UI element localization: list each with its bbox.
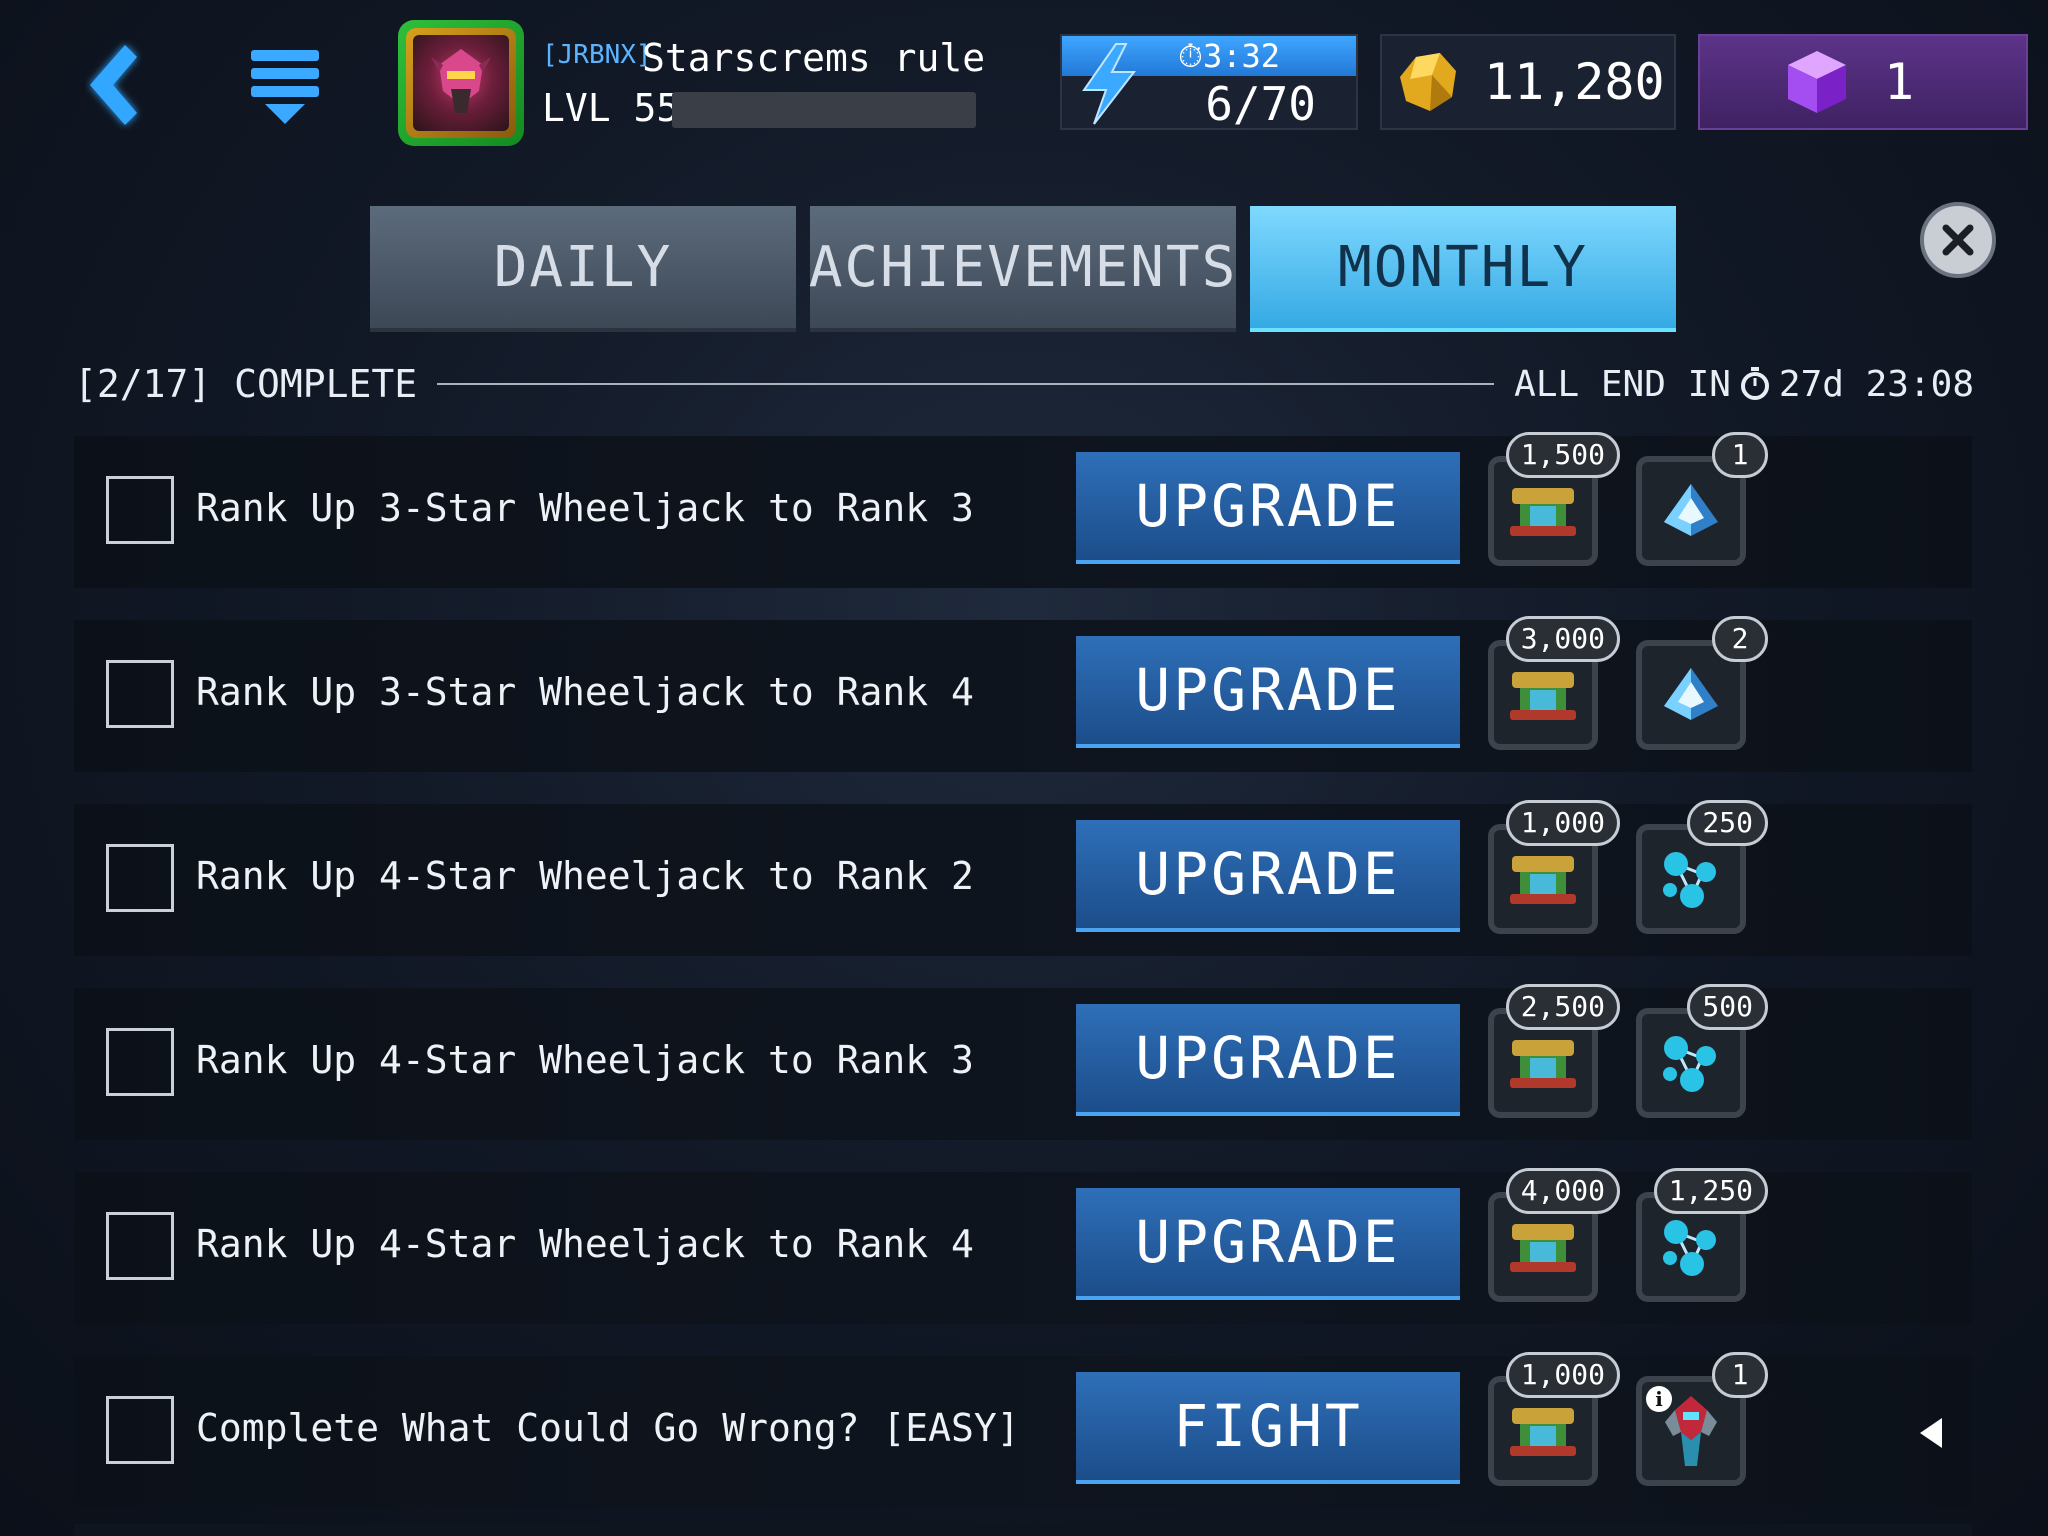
player-avatar[interactable] [398,20,524,146]
energon-cluster-icon [1663,852,1716,908]
gold-value: 11,280 [1484,53,1665,111]
upgrade-button[interactable]: UPGRADE [1076,452,1460,564]
back-button[interactable] [50,30,170,140]
quest-checkbox [106,1396,174,1464]
reward-amount: 1 [1712,432,1768,478]
reward-slot[interactable]: 2 [1636,616,1768,750]
quest-row: Rank Up 4-Star Wheeljack to Rank 3 UPGRA… [74,984,1972,1140]
reward-amount: 1,000 [1505,1352,1620,1398]
parts-icon [1510,856,1576,904]
gem-value: 1 [1884,53,1915,111]
lightning-icon [1082,43,1137,125]
menu-stack-icon [251,50,319,124]
tab-daily[interactable]: DAILY [370,206,796,332]
quest-row-partial [74,1524,1972,1536]
player-name: Starscrems rule [642,36,986,80]
reward-slot[interactable]: 1,250 [1636,1168,1768,1302]
reward-slot[interactable]: 1,000 [1488,1352,1620,1486]
end-time-value: 27d 23:08 [1778,363,1974,405]
quest-label: Rank Up 3-Star Wheeljack to Rank 4 [196,670,974,714]
quest-label: Complete What Could Go Wrong? [EASY] [196,1406,1020,1450]
reward-slot[interactable]: 4,000 [1488,1168,1620,1302]
reward-amount: 3,000 [1505,616,1620,662]
xp-progress-bar [672,92,976,128]
reward-amount: 1,500 [1505,432,1620,478]
quest-row: Rank Up 4-Star Wheeljack to Rank 4 UPGRA… [74,1168,1972,1324]
timer-icon: ⏱ [1177,37,1203,75]
reward-amount: 4,000 [1505,1168,1620,1214]
close-icon [1942,224,1974,256]
quest-row: Rank Up 4-Star Wheeljack to Rank 2 UPGRA… [74,800,1972,956]
reward-amount: 1 [1712,1352,1768,1398]
quest-row: Rank Up 3-Star Wheeljack to Rank 4 UPGRA… [74,616,1972,772]
reward-slot[interactable]: 1 [1636,432,1768,566]
upgrade-button[interactable]: UPGRADE [1076,636,1460,748]
reward-slot[interactable]: 250 [1636,800,1768,934]
player-level: LVL 55 [542,86,680,130]
parts-icon [1510,672,1576,720]
end-prefix: ALL END IN [1514,363,1731,405]
collapse-arrow-icon[interactable] [1916,1416,1946,1450]
upgrade-button[interactable]: UPGRADE [1076,1188,1460,1300]
reward-amount: 2,500 [1505,984,1620,1030]
reward-amount: 2 [1712,616,1768,662]
parts-icon [1510,1408,1576,1456]
menu-button[interactable] [225,30,345,140]
upgrade-button[interactable]: UPGRADE [1076,1004,1460,1116]
quest-row: Complete What Could Go Wrong? [EASY] FIG… [74,1352,1972,1508]
quest-checkbox [106,844,174,912]
reward-slot[interactable]: 1,000 [1488,800,1620,934]
quest-label: Rank Up 4-Star Wheeljack to Rank 3 [196,1038,974,1082]
divider [437,383,1495,385]
close-button[interactable] [1920,202,1996,278]
completion-count: [2/17] COMPLETE [74,362,418,406]
back-chevron-icon [90,45,137,125]
reward-slot[interactable]: 2,500 [1488,984,1620,1118]
reward-amount: 1,250 [1653,1168,1768,1214]
gold-display[interactable]: 11,280 [1380,34,1676,130]
quest-checkbox [106,660,174,728]
reward-slot[interactable]: 500 [1636,984,1768,1118]
reward-amount: 500 [1687,984,1768,1030]
crystal-icon [1664,484,1718,536]
quest-list: Rank Up 3-Star Wheeljack to Rank 3 UPGRA… [74,432,1972,1536]
progress-status: [2/17] COMPLETE ALL END IN 27d 23:08 [74,356,1974,412]
gem-display[interactable]: 1 [1698,34,2028,130]
gold-nugget-icon [1400,53,1456,111]
quest-tabs: DAILY ACHIEVEMENTS MONTHLY [370,206,1676,332]
reward-slot[interactable]: 3,000 [1488,616,1620,750]
quest-checkbox [106,1212,174,1280]
parts-icon [1510,488,1576,536]
energon-cluster-icon [1663,1036,1716,1092]
crystal-icon [1664,668,1718,720]
reward-amount: 250 [1687,800,1768,846]
quest-label: Rank Up 3-Star Wheeljack to Rank 3 [196,486,974,530]
fight-button[interactable]: FIGHT [1076,1372,1460,1484]
clock-icon [1740,367,1769,400]
quest-row: Rank Up 3-Star Wheeljack to Rank 3 UPGRA… [74,432,1972,588]
tab-monthly[interactable]: MONTHLY [1250,206,1676,332]
parts-icon [1510,1224,1576,1272]
reward-slot[interactable]: i 1 [1636,1352,1768,1486]
purple-cube-icon [1788,51,1846,113]
upgrade-button[interactable]: UPGRADE [1076,820,1460,932]
parts-icon [1510,1040,1576,1088]
energy-count: 6/70 [1205,77,1316,131]
end-timer: ALL END IN 27d 23:08 [1514,364,1974,405]
player-alliance-tag: [JRBNX] [542,40,652,70]
quest-checkbox [106,1028,174,1096]
energy-timer-value: 3:32 [1202,37,1281,75]
energon-cluster-icon [1663,1220,1716,1276]
quest-label: Rank Up 4-Star Wheeljack to Rank 4 [196,1222,974,1266]
quest-label: Rank Up 4-Star Wheeljack to Rank 2 [196,854,974,898]
quest-checkbox [106,476,174,544]
avatar-frame [406,28,516,138]
reward-slot[interactable]: 1,500 [1488,432,1620,566]
energy-display[interactable]: ⏱3:32 6/70 [1060,34,1358,131]
info-icon[interactable]: i [1646,1386,1672,1412]
tab-achievements[interactable]: ACHIEVEMENTS [809,206,1236,332]
reward-amount: 1,000 [1505,800,1620,846]
robot-portrait-icon [413,35,509,131]
